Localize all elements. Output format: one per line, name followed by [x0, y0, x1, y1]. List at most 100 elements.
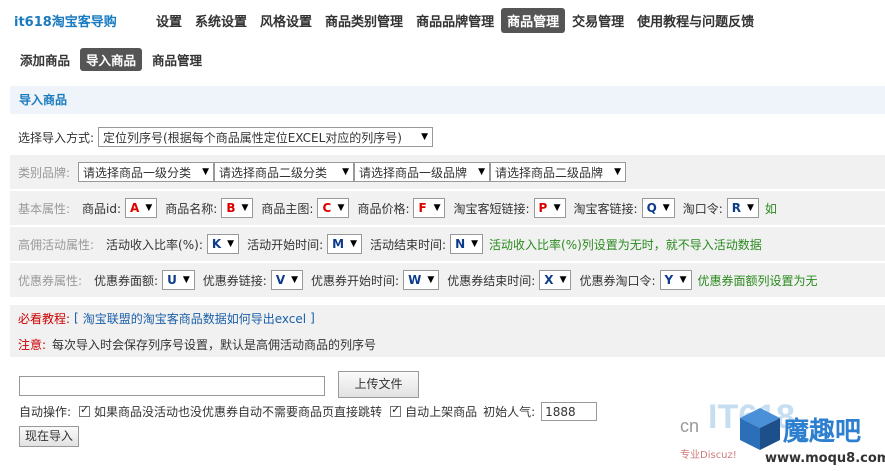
category-select-3[interactable]: 请选择商品一级品牌 ▼ — [354, 162, 491, 182]
basic-column-select[interactable]: C ▼ — [317, 198, 350, 218]
basic-column-select[interactable]: P ▼ — [533, 198, 566, 218]
dropdown-arrow-icon: ▼ — [614, 167, 622, 177]
coupon-field-label: 优惠券链接: — [202, 273, 267, 288]
auto-operations-label: 自动操作: — [19, 405, 72, 419]
skip-page-option-label: 如果商品没活动也没优惠券自动不需要商品页直接跳转 — [94, 405, 383, 419]
coupon-attributes-row: 优惠券属性: 优惠券面额: U ▼ 优惠券链接: V ▼ 优惠券开始时间: W ▼ 优惠券结束时间… — [10, 263, 885, 297]
subnav-tab-2[interactable]: 导入商品 — [80, 48, 143, 71]
basic-field-label: 淘宝客链接: — [573, 201, 638, 216]
activity-attributes-label: 高佣活动属性: — [18, 237, 95, 252]
basic-attributes-row: 基本属性: 商品id: A ▼ 商品名称: B ▼ 商品主图: C ▼ 商品价格: F ▼ 淘宝客短链接… — [10, 191, 885, 225]
watermark-site-name: 魔趣吧 — [783, 417, 861, 447]
category-select-value: 请选择商品一级品牌 — [359, 165, 468, 180]
auto-operations: 自动操作: 如果商品没活动也没优惠券自动不需要商品页直接跳转 自动上架商品 初始… — [19, 402, 598, 421]
coupon-attributes-label: 优惠券属性: — [18, 273, 83, 288]
coupon-field-label: 优惠券开始时间: — [311, 273, 400, 288]
coupon-column-select[interactable]: X ▼ — [539, 270, 572, 290]
subnav-tab-3[interactable]: 商品管理 — [146, 48, 208, 71]
dropdown-arrow-icon: ▼ — [427, 275, 435, 285]
basic-column-select[interactable]: R ▼ — [726, 198, 759, 218]
tutorial-row: 必看教程: [ 淘宝联盟的淘宝客商品数据如何导出excel ] — [10, 305, 885, 331]
sub-nav: 添加商品 导入商品 商品管理 — [14, 48, 212, 71]
category-select-1[interactable]: 请选择商品一级分类 ▼ — [78, 162, 215, 182]
column-code: K — [211, 237, 222, 251]
section-title: 导入商品 — [10, 86, 885, 114]
column-code: V — [275, 273, 286, 287]
nav-tab-1[interactable]: 设置 — [150, 8, 188, 33]
subnav-tab-1[interactable]: 添加商品 — [14, 48, 76, 71]
coupon-column-select[interactable]: U ▼ — [162, 270, 195, 290]
column-code: Y — [664, 273, 674, 287]
dropdown-arrow-icon: ▼ — [553, 203, 561, 213]
basic-column-select[interactable]: Q ▼ — [641, 198, 675, 218]
dropdown-arrow-icon: ▼ — [202, 167, 210, 177]
nav-tab-6[interactable]: 商品管理 — [501, 8, 566, 33]
coupon-column-select[interactable]: V ▼ — [270, 270, 304, 290]
category-select-2[interactable]: 请选择商品二级分类 ▼ — [214, 162, 355, 182]
coupon-column-select[interactable]: Y ▼ — [659, 270, 692, 290]
import-now-button[interactable]: 现在导入 — [19, 426, 79, 447]
auto-publish-option-label: 自动上架商品 — [405, 405, 478, 419]
category-brand-row: 类别品牌: 请选择商品一级分类 ▼ 请选择商品二级分类 ▼ 请选择商品一级品牌 ▼ 请选择商… — [10, 155, 885, 189]
basic-column-select[interactable]: A ▼ — [125, 198, 158, 218]
dropdown-arrow-icon: ▼ — [350, 239, 358, 249]
dropdown-arrow-icon: ▼ — [679, 275, 687, 285]
dropdown-arrow-icon: ▼ — [662, 203, 670, 213]
column-code: N — [455, 237, 466, 251]
nav-tab-2[interactable]: 系统设置 — [189, 8, 253, 33]
skip-page-checkbox[interactable] — [79, 403, 91, 417]
category-select-value: 请选择商品一级分类 — [83, 165, 192, 180]
watermark-graphic: cn IT618 魔趣吧 专业Discuz! www.moqu8.com — [680, 398, 885, 466]
notice-row: 注意: 每次导入时会保存列序号设置，默认是高佣活动商品的列序号 — [10, 331, 885, 357]
import-mode-select[interactable]: 定位列序号(根据每个商品属性定位EXCEL对应的列序号) ▼ — [98, 127, 434, 147]
basic-field-label: 商品价格: — [357, 201, 410, 216]
category-brand-label: 类别品牌: — [18, 165, 71, 180]
activity-column-select[interactable]: K ▼ — [206, 234, 240, 254]
brand-title[interactable]: it618淘宝客导购 — [14, 11, 117, 30]
watermark-url: www.moqu8.com — [765, 451, 885, 466]
coupon-column-select[interactable]: W ▼ — [403, 270, 440, 290]
activity-column-select[interactable]: N ▼ — [450, 234, 484, 254]
basic-column-select[interactable]: F ▼ — [413, 198, 446, 218]
activity-attributes-row: 高佣活动属性: 活动收入比率(%): K ▼ 活动开始时间: M ▼ 活动结束时间: N ▼ 活动… — [10, 227, 885, 261]
dropdown-arrow-icon: ▼ — [241, 203, 249, 213]
notice-text: 每次导入时会保存列序号设置，默认是高佣活动商品的列序号 — [52, 337, 377, 352]
column-code: B — [226, 201, 236, 215]
basic-field-label: 淘宝客短链接: — [453, 201, 530, 216]
coupon-field-label: 优惠券淘口令: — [579, 273, 656, 288]
nav-tab-7[interactable]: 交易管理 — [566, 8, 630, 33]
dropdown-arrow-icon: ▼ — [227, 239, 235, 249]
watermark-slogan: 专业Discuz! — [680, 448, 737, 461]
activity-field-label: 活动开始时间: — [247, 237, 324, 252]
nav-tab-4[interactable]: 商品类别管理 — [319, 8, 409, 33]
category-select-4[interactable]: 请选择商品二级品牌 ▼ — [490, 162, 627, 182]
dropdown-arrow-icon: ▼ — [747, 203, 754, 213]
popularity-label: 初始人气: — [483, 405, 536, 419]
basic-field-label: 淘口令: — [682, 201, 723, 216]
basic-column-select[interactable]: B ▼ — [221, 198, 254, 218]
basic-attributes-label: 基本属性: — [18, 201, 71, 216]
coupon-field-label: 优惠券结束时间: — [447, 273, 536, 288]
column-code: U — [167, 273, 177, 287]
activity-column-select[interactable]: M ▼ — [327, 234, 363, 254]
dropdown-arrow-icon: ▼ — [337, 203, 345, 213]
category-select-value: 请选择商品二级品牌 — [495, 165, 604, 180]
notice-label: 注意: — [18, 337, 47, 352]
auto-publish-checkbox[interactable] — [390, 403, 402, 417]
dropdown-arrow-icon: ▼ — [559, 275, 567, 285]
nav-tab-8[interactable]: 使用教程与问题反馈 — [631, 8, 760, 33]
dropdown-arrow-icon: ▼ — [291, 275, 299, 285]
nav-tab-5[interactable]: 商品品牌管理 — [410, 8, 500, 33]
column-code: F — [418, 201, 427, 215]
nav-tab-3[interactable]: 风格设置 — [254, 8, 318, 33]
column-code: R — [731, 201, 741, 215]
activity-field-label: 活动结束时间: — [370, 237, 447, 252]
import-mode-value: 定位列序号(根据每个商品属性定位EXCEL对应的列序号) — [103, 130, 402, 145]
tutorial-link[interactable]: 淘宝联盟的淘宝客商品数据如何导出excel — [83, 310, 306, 327]
upload-file-button[interactable]: 上传文件 — [338, 371, 419, 398]
category-select-value: 请选择商品二级分类 — [219, 165, 328, 180]
dropdown-arrow-icon: ▼ — [478, 167, 486, 177]
popularity-input[interactable]: 1888 — [541, 402, 598, 421]
file-path-input[interactable] — [19, 376, 325, 396]
basic-note: 如 — [764, 201, 777, 216]
